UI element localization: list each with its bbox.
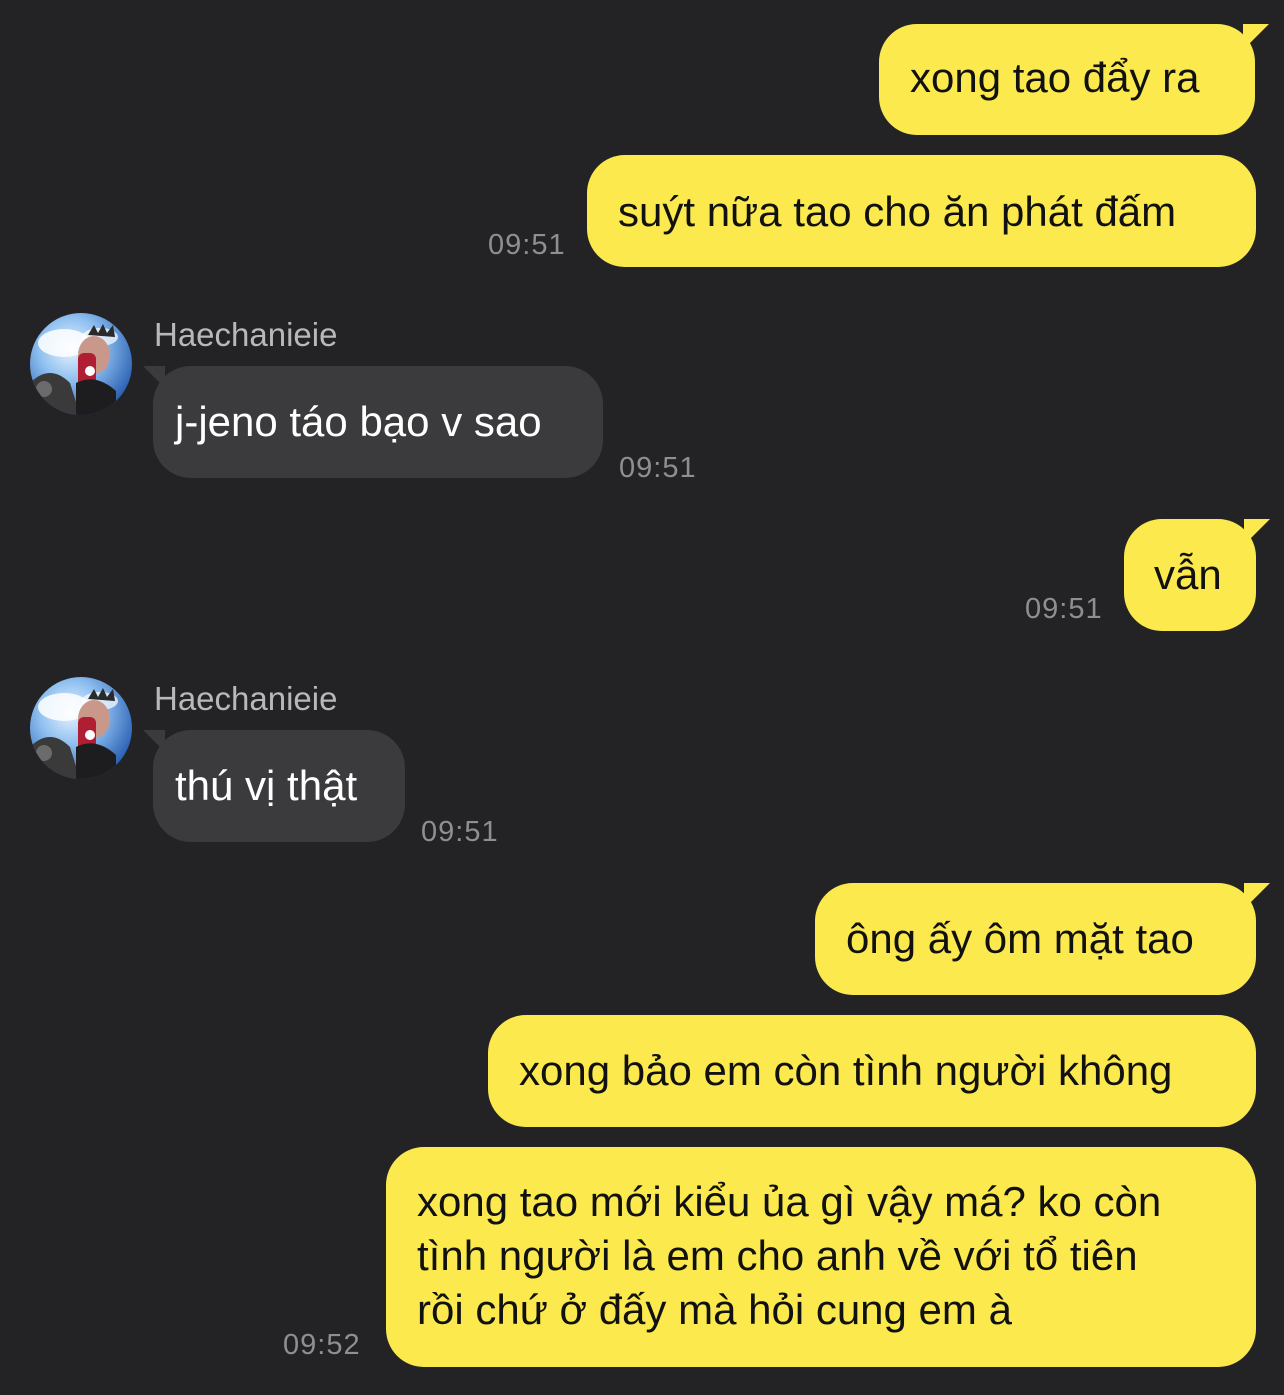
outgoing-message-bubble[interactable]: vẫn: [1124, 519, 1270, 631]
message-text-line: rồi chứ ở đấy mà hỏi cung em à: [417, 1286, 1012, 1333]
message-timestamp: 09:52: [283, 1329, 361, 1361]
message-timestamp: 09:51: [421, 816, 499, 848]
message-timestamp: 09:51: [1025, 593, 1103, 625]
message-text: xong bảo em còn tình người không: [519, 1047, 1173, 1094]
incoming-message-bubble[interactable]: thú vị thật: [143, 730, 405, 842]
message-text-line: tình người là em cho anh về với tổ tiên: [417, 1232, 1138, 1279]
message-text: thú vị thật: [175, 762, 358, 809]
message-timestamp: 09:51: [619, 452, 697, 484]
message-text-line: xong tao mới kiểu ủa gì vậy má? ko còn: [417, 1178, 1162, 1225]
avatar-photo-icon: [30, 324, 118, 415]
incoming-message-bubble[interactable]: j-jeno táo bạo v sao: [143, 366, 603, 478]
chat-message-list[interactable]: xong tao đẩy ra 09:51 suýt nữa tao cho ă…: [0, 0, 1284, 1395]
message-text: vẫn: [1154, 551, 1222, 598]
message-timestamp: 09:51: [488, 229, 566, 261]
outgoing-message-bubble[interactable]: suýt nữa tao cho ăn phát đấm: [587, 155, 1256, 267]
outgoing-message-bubble[interactable]: ông ấy ôm mặt tao: [815, 883, 1270, 995]
message-text: ông ấy ôm mặt tao: [846, 915, 1194, 962]
sender-name: Haechanieie: [154, 680, 338, 717]
contact-avatar[interactable]: [30, 313, 132, 415]
avatar-photo-icon: [30, 688, 118, 779]
message-text: j-jeno táo bạo v sao: [175, 398, 542, 445]
outgoing-message-bubble[interactable]: xong tao đẩy ra: [879, 24, 1269, 135]
outgoing-message-bubble[interactable]: xong tao mới kiểu ủa gì vậy má? ko còn t…: [386, 1147, 1256, 1367]
outgoing-message-bubble[interactable]: xong bảo em còn tình người không: [488, 1015, 1256, 1127]
contact-avatar[interactable]: [30, 677, 132, 779]
message-text: suýt nữa tao cho ăn phát đấm: [618, 188, 1177, 235]
sender-name: Haechanieie: [154, 316, 338, 353]
message-text: xong tao đẩy ra: [910, 54, 1200, 101]
